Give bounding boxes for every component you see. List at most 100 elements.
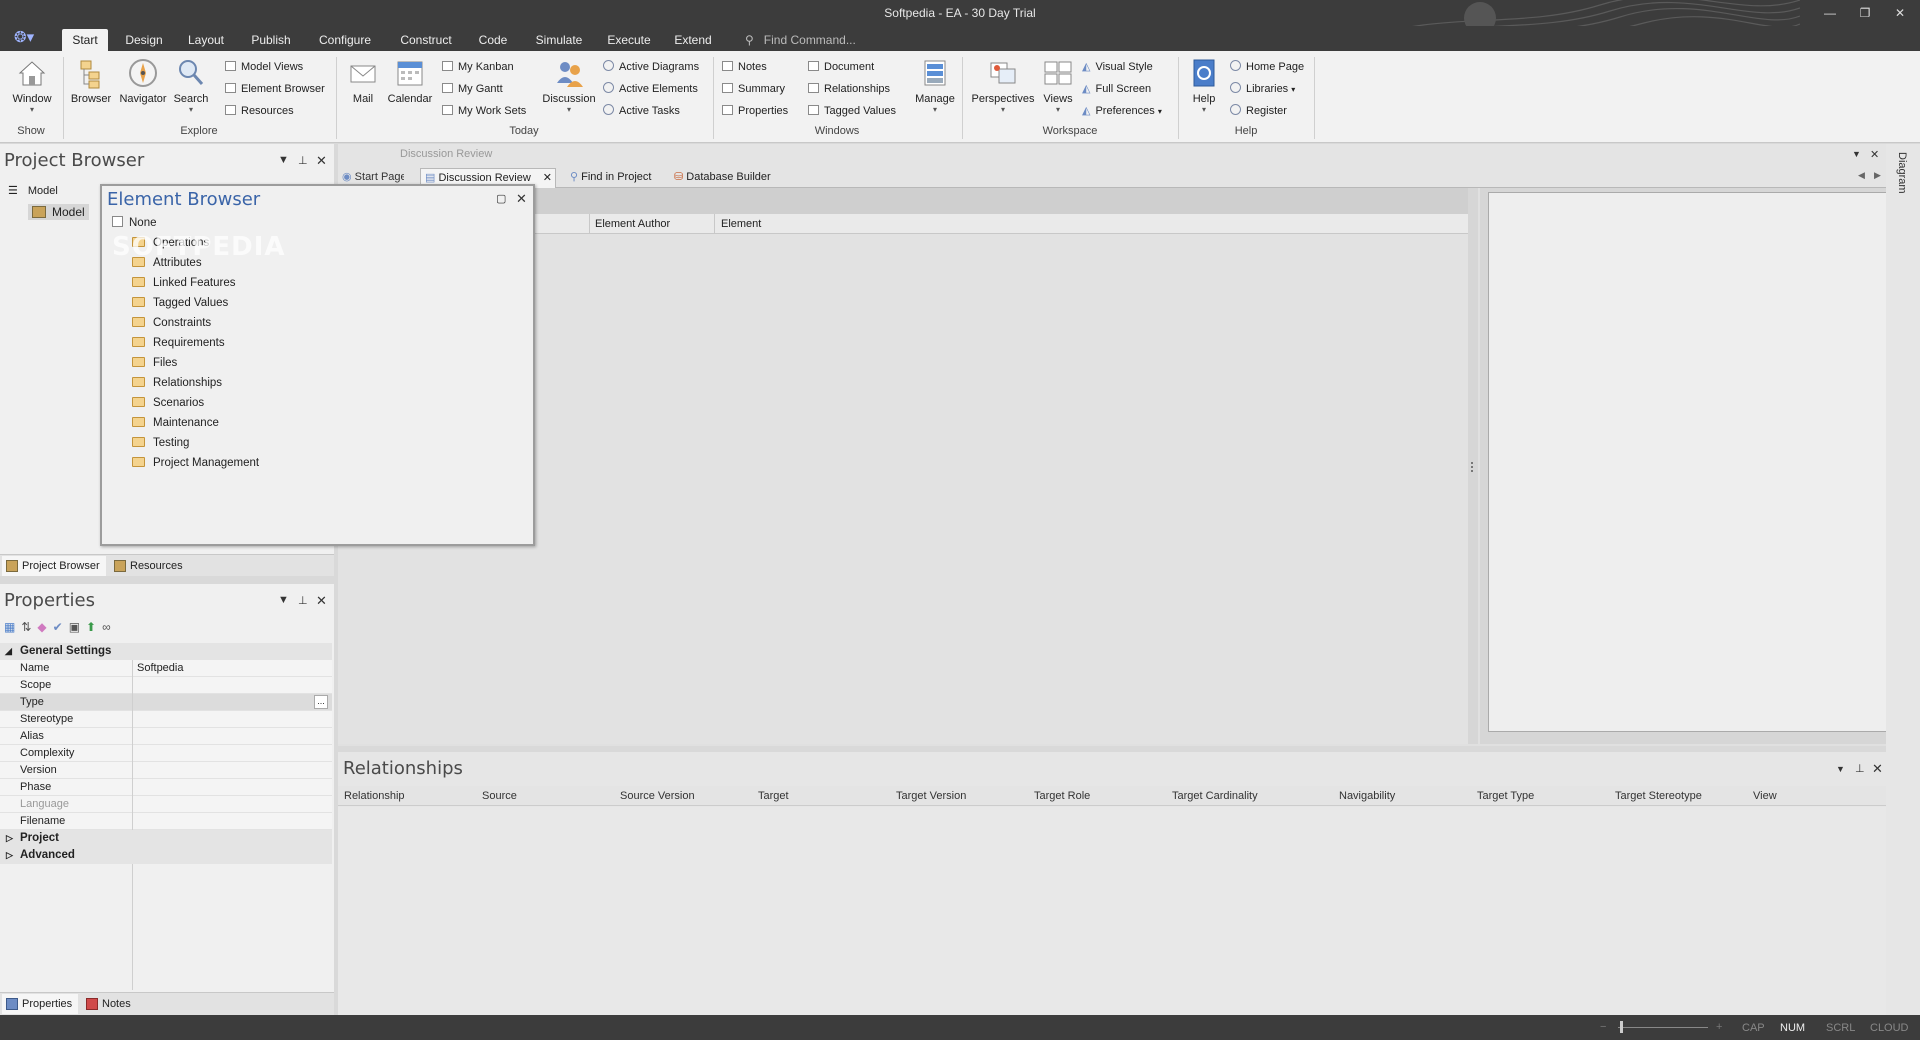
- categorized-view-icon[interactable]: ▦: [4, 620, 21, 634]
- column-source-version[interactable]: Source Version: [620, 790, 695, 802]
- element-browser-window[interactable]: Element Browser ▢ ✕ None Operations Attri…: [100, 184, 535, 546]
- tab-notes[interactable]: Notes: [82, 994, 142, 1014]
- my-kanban-button[interactable]: My Kanban: [442, 59, 514, 75]
- model-header[interactable]: ☰ Model: [8, 184, 58, 197]
- column-element[interactable]: Element: [721, 218, 761, 230]
- column-target-cardinality[interactable]: Target Cardinality: [1172, 790, 1258, 802]
- green-arrow-up-icon[interactable]: ⬆: [86, 620, 102, 634]
- panel-close-icon[interactable]: ✕: [316, 153, 327, 169]
- tagged-values-button[interactable]: Tagged Values: [808, 103, 896, 119]
- pink-diamond-icon[interactable]: ◆: [37, 620, 52, 634]
- tree-item-none[interactable]: None: [112, 214, 157, 232]
- column-navigability[interactable]: Navigability: [1339, 790, 1395, 802]
- doc-close-icon[interactable]: ✕: [1870, 148, 1879, 161]
- calendar-button[interactable]: Calendar: [384, 57, 436, 105]
- pin-icon[interactable]: ⊥: [298, 154, 308, 167]
- tab-database-builder[interactable]: ⛁ Database Builder: [674, 168, 771, 188]
- notes-button[interactable]: Notes: [722, 59, 767, 75]
- tab-resources[interactable]: Resources: [110, 556, 200, 576]
- discussion-button[interactable]: Discussion ▾: [538, 57, 600, 114]
- document-button[interactable]: Document: [808, 59, 874, 75]
- panel-close-icon[interactable]: ✕: [1872, 761, 1883, 777]
- model-views-button[interactable]: Model Views: [225, 59, 303, 75]
- sort-az-icon[interactable]: ⇅: [21, 620, 37, 634]
- zoom-minus-icon[interactable]: −: [1600, 1021, 1606, 1033]
- tab-simulate[interactable]: Simulate: [528, 29, 590, 51]
- splitter[interactable]: [1468, 188, 1478, 744]
- help-button[interactable]: Help ▾: [1186, 57, 1222, 114]
- tab-close-icon[interactable]: ✕: [543, 169, 552, 187]
- tree-item-folder[interactable]: Requirements: [132, 334, 225, 352]
- property-row[interactable]: Filename: [0, 813, 332, 830]
- tree-item-folder[interactable]: Tagged Values: [132, 294, 228, 312]
- tree-item-folder[interactable]: Files: [132, 354, 177, 372]
- tab-start[interactable]: Start: [62, 29, 108, 51]
- column-target-version[interactable]: Target Version: [896, 790, 966, 802]
- window-button[interactable]: Window ▾: [8, 57, 56, 114]
- summary-button[interactable]: Summary: [722, 81, 785, 97]
- find-command-box[interactable]: ⚲ Find Command...: [745, 29, 856, 51]
- active-tasks-button[interactable]: Active Tasks: [603, 103, 680, 119]
- property-row[interactable]: Scope: [0, 677, 332, 694]
- full-screen-button[interactable]: ◭ Full Screen: [1082, 81, 1151, 97]
- tab-properties[interactable]: Properties: [2, 994, 78, 1014]
- property-row[interactable]: Phase: [0, 779, 332, 796]
- properties-button[interactable]: Properties: [722, 103, 788, 119]
- column-element-author[interactable]: Element Author: [595, 218, 670, 230]
- property-row[interactable]: Type...: [0, 694, 332, 711]
- property-row[interactable]: Version: [0, 762, 332, 779]
- check-icon[interactable]: ✔: [53, 620, 69, 634]
- libraries-button[interactable]: Libraries ▾: [1230, 81, 1295, 97]
- element-browser-button[interactable]: Element Browser: [225, 81, 325, 97]
- pin-icon[interactable]: ⊥: [298, 594, 308, 607]
- property-row[interactable]: Alias: [0, 728, 332, 745]
- scroll-left-icon[interactable]: ◀: [1858, 170, 1865, 181]
- column-target-stereotype[interactable]: Target Stereotype: [1615, 790, 1702, 802]
- column-relationship[interactable]: Relationship: [344, 790, 405, 802]
- tree-item-folder[interactable]: Linked Features: [132, 274, 235, 292]
- property-row[interactable]: Stereotype: [0, 711, 332, 728]
- ellipsis-button[interactable]: ...: [314, 695, 328, 709]
- perspectives-button[interactable]: Perspectives ▾: [970, 57, 1036, 114]
- maximize-icon[interactable]: ▢: [496, 192, 506, 205]
- column-view[interactable]: View: [1753, 790, 1777, 802]
- active-elements-button[interactable]: Active Elements: [603, 81, 698, 97]
- manage-button[interactable]: Manage ▾: [910, 57, 960, 114]
- register-button[interactable]: Register: [1230, 103, 1287, 119]
- resources-button[interactable]: Resources: [225, 103, 294, 119]
- active-diagrams-button[interactable]: Active Diagrams: [603, 59, 699, 75]
- tree-item-folder[interactable]: Project Management: [132, 454, 259, 472]
- tab-find-in-project[interactable]: ⚲ Find in Project: [570, 168, 651, 188]
- tree-item-model[interactable]: Model: [28, 204, 89, 220]
- tab-execute[interactable]: Execute: [600, 29, 658, 51]
- glasses-icon[interactable]: ∞: [102, 620, 117, 634]
- my-gantt-button[interactable]: My Gantt: [442, 81, 503, 97]
- zoom-slider-track[interactable]: [1618, 1027, 1708, 1028]
- column-source[interactable]: Source: [482, 790, 517, 802]
- search-button[interactable]: Search ▾: [172, 57, 210, 114]
- zoom-slider-thumb[interactable]: [1620, 1021, 1623, 1033]
- navigator-button[interactable]: Navigator: [116, 57, 170, 105]
- close-button[interactable]: ✕: [1885, 2, 1915, 24]
- tab-construct[interactable]: Construct: [391, 29, 461, 51]
- tree-item-folder[interactable]: Scenarios: [132, 394, 204, 412]
- section-project[interactable]: ▷ Project: [0, 830, 332, 847]
- column-target-role[interactable]: Target Role: [1034, 790, 1090, 802]
- preferences-button[interactable]: ◭ Preferences ▾: [1082, 103, 1162, 119]
- tree-item-folder[interactable]: Relationships: [132, 374, 222, 392]
- tab-extend[interactable]: Extend: [668, 29, 718, 51]
- visual-style-button[interactable]: ◭ Visual Style: [1082, 59, 1153, 75]
- mail-button[interactable]: Mail: [344, 57, 382, 105]
- property-row[interactable]: Name Softpedia: [0, 660, 332, 677]
- panel-close-icon[interactable]: ✕: [316, 593, 327, 609]
- views-button[interactable]: Views ▾: [1040, 57, 1076, 114]
- tab-configure[interactable]: Configure: [313, 29, 377, 51]
- property-value[interactable]: Softpedia: [137, 660, 183, 677]
- section-general-settings[interactable]: ◢ General Settings: [0, 643, 332, 660]
- tree-item-folder[interactable]: Constraints: [132, 314, 211, 332]
- scroll-right-icon[interactable]: ▶: [1874, 170, 1881, 181]
- save-icon[interactable]: ▣: [69, 620, 86, 634]
- app-menu-icon[interactable]: ❂▾: [14, 28, 44, 48]
- my-work-sets-button[interactable]: My Work Sets: [442, 103, 526, 119]
- minimize-button[interactable]: —: [1815, 2, 1845, 24]
